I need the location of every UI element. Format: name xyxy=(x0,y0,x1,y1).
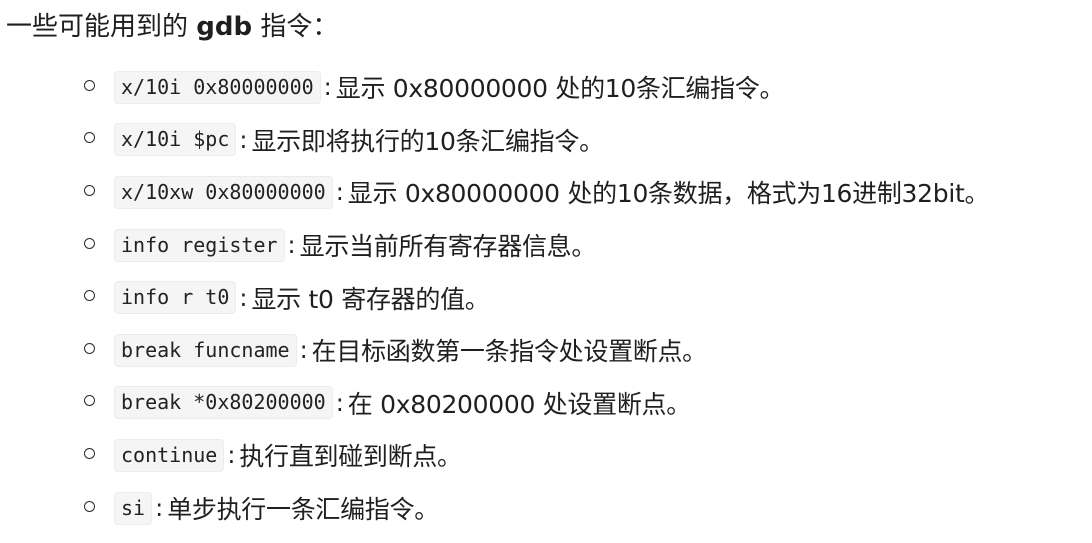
hollow-circle-bullet-icon xyxy=(84,79,95,91)
command-code: x/10i 0x80000000 xyxy=(114,70,321,104)
separator-colon: : xyxy=(287,231,296,260)
command-description: 执行直到碰到断点。 xyxy=(239,442,462,472)
hollow-circle-bullet-icon xyxy=(84,132,95,144)
intro-suffix: 指令： xyxy=(252,12,339,42)
command-code: x/10i $pc xyxy=(114,123,237,157)
separator-colon: : xyxy=(239,125,248,154)
command-description: 显示即将执行的10条汇编指令。 xyxy=(251,126,604,156)
list-item: break funcname : 在目标函数第一条指令处设置断点。 xyxy=(84,324,1092,377)
separator-colon: : xyxy=(323,73,332,102)
intro-line: 一些可能用到的 gdb 指令： xyxy=(6,9,338,45)
intro-prefix: 一些可能用到的 xyxy=(6,12,197,42)
hollow-circle-bullet-icon xyxy=(84,447,95,459)
command-code: break *0x80200000 xyxy=(114,386,333,420)
command-code: x/10xw 0x80000000 xyxy=(114,175,333,209)
separator-colon: : xyxy=(335,178,344,207)
hollow-circle-bullet-icon xyxy=(84,290,95,302)
command-description: 显示当前所有寄存器信息。 xyxy=(299,232,597,262)
command-description: 显示 t0 寄存器的值。 xyxy=(251,284,490,314)
list-item: info register : 显示当前所有寄存器信息。 xyxy=(84,219,1092,272)
command-code: si xyxy=(114,491,153,525)
command-code: info register xyxy=(114,228,285,262)
command-description: 显示 0x80000000 处的10条汇编指令。 xyxy=(335,74,785,104)
separator-colon: : xyxy=(155,494,164,523)
separator-colon: : xyxy=(227,441,236,470)
command-code: info r t0 xyxy=(114,281,237,315)
command-description: 在目标函数第一条指令处设置断点。 xyxy=(311,337,708,367)
intro-keyword: gdb xyxy=(196,12,253,42)
command-list: x/10i 0x80000000 : 显示 0x80000000 处的10条汇编… xyxy=(84,61,1092,534)
hollow-circle-bullet-icon xyxy=(84,500,95,512)
command-code: break funcname xyxy=(114,333,297,367)
hollow-circle-bullet-icon xyxy=(84,184,95,196)
separator-colon: : xyxy=(239,283,248,312)
command-description: 单步执行一条汇编指令。 xyxy=(167,495,439,525)
list-item: continue : 执行直到碰到断点。 xyxy=(84,429,1092,482)
list-item: si : 单步执行一条汇编指令。 xyxy=(84,482,1092,535)
list-item: x/10i $pc : 显示即将执行的10条汇编指令。 xyxy=(84,114,1092,167)
command-code: continue xyxy=(114,438,225,472)
list-item: info r t0 : 显示 t0 寄存器的值。 xyxy=(84,271,1092,324)
hollow-circle-bullet-icon xyxy=(84,342,95,354)
command-description: 在 0x80200000 处设置断点。 xyxy=(347,389,691,419)
separator-colon: : xyxy=(335,388,344,417)
list-item: x/10xw 0x80000000 : 显示 0x80000000 处的10条数… xyxy=(84,166,1092,219)
document: 一些可能用到的 gdb 指令： x/10i 0x80000000 : 显示 0x… xyxy=(0,0,1092,543)
hollow-circle-bullet-icon xyxy=(84,237,95,249)
list-item: break *0x80200000 : 在 0x80200000 处设置断点。 xyxy=(84,377,1092,430)
command-description: 显示 0x80000000 处的10条数据，格式为16进制32bit。 xyxy=(347,179,990,209)
hollow-circle-bullet-icon xyxy=(84,395,95,407)
separator-colon: : xyxy=(299,336,308,365)
list-item: x/10i 0x80000000 : 显示 0x80000000 处的10条汇编… xyxy=(84,61,1092,114)
